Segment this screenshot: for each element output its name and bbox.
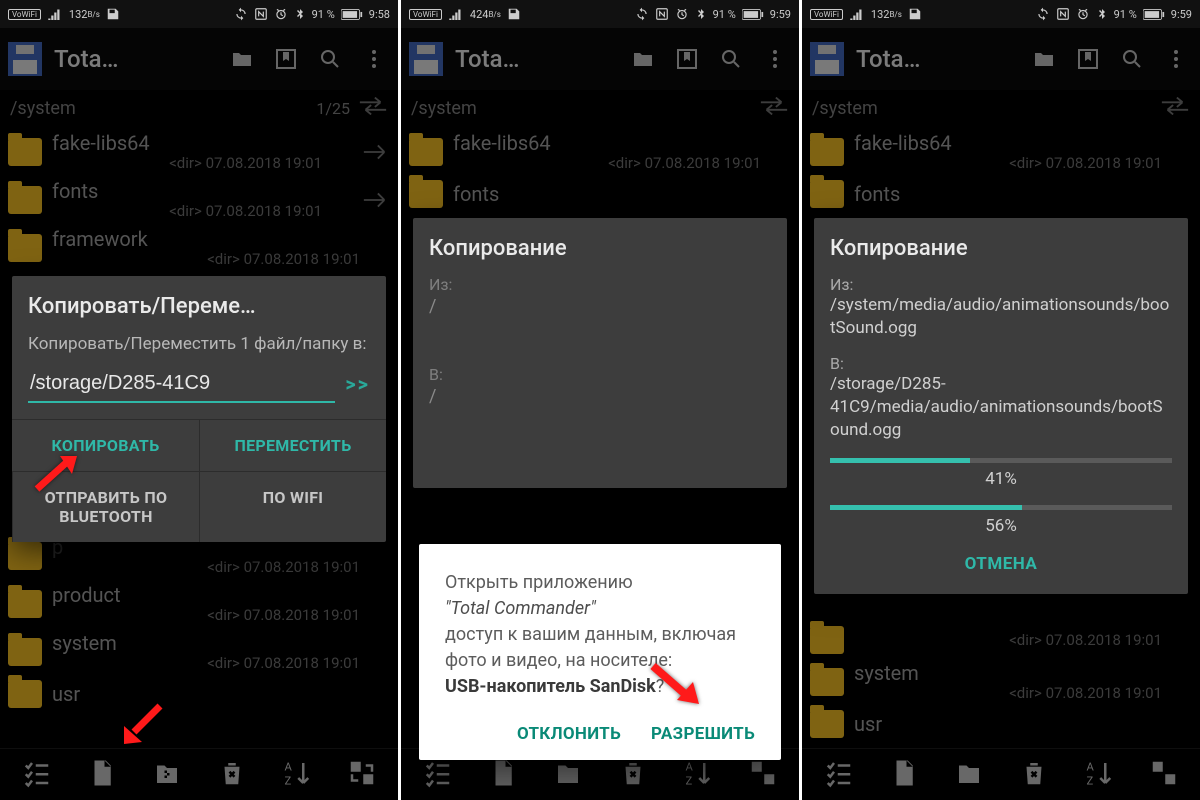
save-status-icon bbox=[908, 7, 922, 21]
net-speed: 424B/s bbox=[470, 8, 501, 21]
clock-text: 9:58 bbox=[369, 8, 390, 21]
browse-button[interactable]: >> bbox=[345, 372, 370, 396]
dialog-title: Копирование bbox=[429, 236, 771, 261]
battery-icon bbox=[1143, 9, 1165, 20]
battery-icon bbox=[341, 9, 363, 20]
status-bar: VoWiFi 132B/s 91 % 9:59 bbox=[802, 0, 1200, 28]
from-label: Из: bbox=[429, 275, 771, 294]
nfc-icon bbox=[1056, 7, 1070, 21]
progress-bar-file bbox=[830, 458, 1172, 463]
copy-progress-dialog: Копирование Из: /system/media/audio/anim… bbox=[814, 218, 1188, 594]
net-speed: 132B/s bbox=[871, 8, 902, 21]
to-value: /storage/D285-41C9/media/audio/animation… bbox=[830, 373, 1172, 442]
nfc-icon bbox=[254, 7, 268, 21]
vowifi-badge: VoWiFi bbox=[409, 9, 442, 20]
alarm-icon bbox=[274, 7, 288, 21]
copying-dialog: Копирование Из: / В: / bbox=[413, 218, 787, 488]
from-value: / bbox=[429, 296, 771, 317]
alarm-icon bbox=[675, 7, 689, 21]
status-bar: VoWiFi 424B/s 91 % 9:59 bbox=[401, 0, 799, 28]
signal-icon bbox=[47, 8, 63, 20]
sync-icon bbox=[234, 7, 248, 21]
to-label: В: bbox=[830, 354, 1172, 373]
destination-input[interactable] bbox=[28, 366, 335, 403]
screenshot-2: VoWiFi 424B/s 91 % 9:59 Tota… /system bbox=[401, 0, 799, 800]
deny-button[interactable]: ОТКЛОНИТЬ bbox=[517, 724, 621, 744]
progress-pct-total: 56% bbox=[830, 516, 1172, 536]
copy-move-dialog: Копировать/Переме… Копировать/Переместит… bbox=[12, 276, 386, 542]
dialog-title: Копировать/Переме… bbox=[28, 294, 370, 319]
cancel-button[interactable]: ОТМЕНА bbox=[830, 536, 1172, 588]
save-status-icon bbox=[507, 7, 521, 21]
nfc-icon bbox=[655, 7, 669, 21]
send-wifi-button[interactable]: ПО WIFI bbox=[199, 471, 386, 542]
move-button[interactable]: ПЕРЕМЕСТИТЬ bbox=[199, 419, 386, 471]
sync-icon bbox=[635, 7, 649, 21]
progress-pct-file: 41% bbox=[830, 469, 1172, 489]
to-value: / bbox=[429, 386, 771, 407]
battery-text: 91 % bbox=[312, 8, 335, 21]
copy-button[interactable]: КОПИРОВАТЬ bbox=[12, 419, 199, 471]
bluetooth-icon bbox=[294, 7, 306, 21]
alarm-icon bbox=[1076, 7, 1090, 21]
status-bar: VoWiFi 132B/s 91 % 9:58 bbox=[0, 0, 398, 28]
allow-button[interactable]: РАЗРЕШИТЬ bbox=[651, 724, 755, 744]
from-label: Из: bbox=[830, 275, 1172, 294]
screenshot-1: VoWiFi 132B/s 91 % 9:58 Tota… /sys bbox=[0, 0, 398, 800]
permission-dialog: Открыть приложению "Total Commander" дос… bbox=[419, 544, 781, 760]
permission-message: Открыть приложению "Total Commander" дос… bbox=[445, 570, 755, 700]
signal-icon bbox=[448, 8, 464, 20]
send-bluetooth-button[interactable]: ОТПРАВИТЬ ПО BLUETOOTH bbox=[12, 471, 199, 542]
to-label: В: bbox=[429, 365, 771, 384]
signal-icon bbox=[849, 8, 865, 20]
sync-icon bbox=[1036, 7, 1050, 21]
screenshot-3: VoWiFi 132B/s 91 % 9:59 Tota… /system bbox=[802, 0, 1200, 800]
vowifi-badge: VoWiFi bbox=[8, 9, 41, 20]
dialog-subtitle: Копировать/Переместить 1 файл/папку в: bbox=[28, 333, 370, 356]
progress-bar-total bbox=[830, 505, 1172, 510]
net-speed: 132B/s bbox=[69, 8, 100, 21]
save-status-icon bbox=[106, 7, 120, 21]
from-value: /system/media/audio/animationsounds/boot… bbox=[830, 294, 1172, 340]
clock-text: 9:59 bbox=[1171, 8, 1192, 21]
clock-text: 9:59 bbox=[770, 8, 791, 21]
battery-icon bbox=[742, 9, 764, 20]
battery-text: 91 % bbox=[713, 8, 736, 21]
battery-text: 91 % bbox=[1114, 8, 1137, 21]
dialog-title: Копирование bbox=[830, 236, 1172, 261]
bluetooth-icon bbox=[1096, 7, 1108, 21]
bluetooth-icon bbox=[695, 7, 707, 21]
vowifi-badge: VoWiFi bbox=[810, 9, 843, 20]
